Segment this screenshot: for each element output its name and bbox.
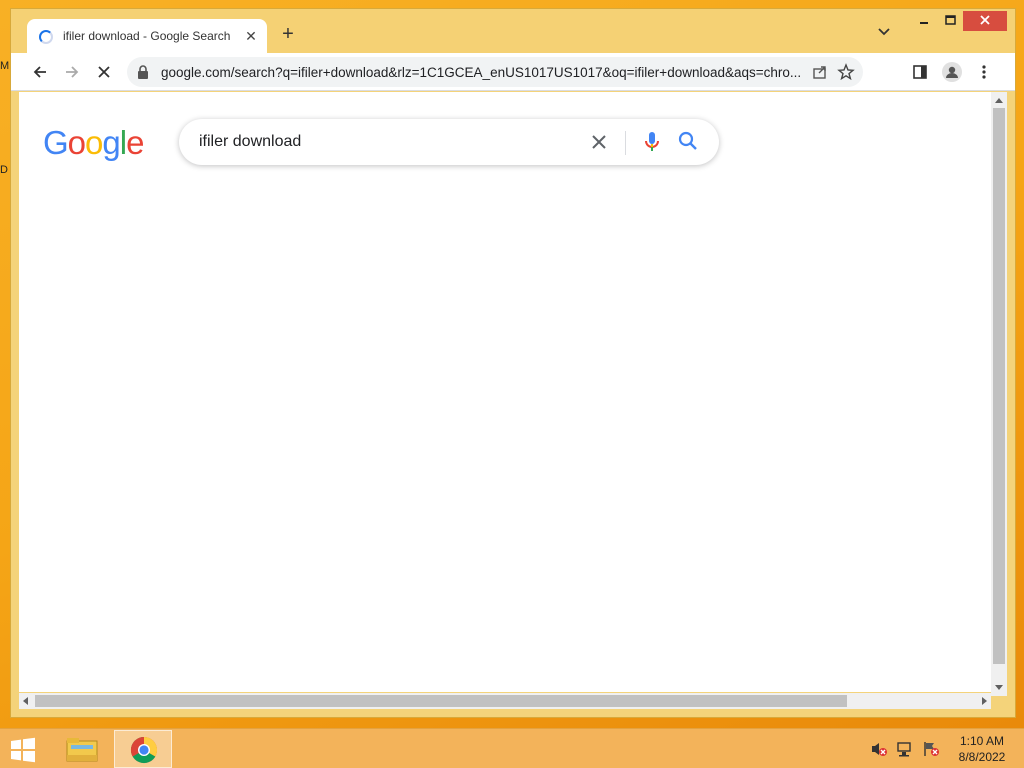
- tab-search-chevron-icon[interactable]: [877, 25, 893, 41]
- clock-time: 1:10 AM: [959, 734, 1005, 748]
- profile-avatar-icon[interactable]: [941, 61, 963, 83]
- scroll-up-arrow-icon[interactable]: [995, 98, 1003, 103]
- share-icon[interactable]: [811, 63, 829, 86]
- new-tab-button[interactable]: +: [277, 23, 299, 45]
- browser-toolbar: google.com/search?q=ifiler+download&rlz=…: [11, 53, 1015, 91]
- minimize-button[interactable]: [911, 11, 937, 31]
- loading-spinner-icon: [39, 30, 53, 44]
- chrome-icon: [130, 736, 158, 764]
- url-text[interactable]: google.com/search?q=ifiler+download&rlz=…: [161, 65, 827, 80]
- logo-letter: o: [67, 124, 86, 161]
- vertical-scrollbar[interactable]: [991, 92, 1007, 696]
- kebab-menu-icon[interactable]: [973, 61, 995, 83]
- logo-letter: e: [126, 124, 144, 161]
- title-bar: ifiler download - Google Search ✕ +: [11, 9, 1015, 55]
- tab-close-button[interactable]: ✕: [243, 28, 259, 45]
- divider: [625, 131, 626, 155]
- back-arrow-icon[interactable]: [29, 61, 51, 83]
- chrome-taskbar-button[interactable]: [114, 730, 172, 768]
- google-logo[interactable]: Google: [43, 124, 144, 162]
- lock-icon[interactable]: [137, 65, 149, 84]
- window-controls: [911, 11, 1007, 33]
- scroll-down-arrow-icon[interactable]: [995, 685, 1003, 690]
- volume-muted-icon[interactable]: [870, 741, 888, 762]
- logo-letter: G: [43, 124, 69, 161]
- tab-google-search[interactable]: ifiler download - Google Search ✕: [27, 19, 267, 55]
- browser-window: ifiler download - Google Search ✕ + goog…: [10, 8, 1016, 718]
- forward-arrow-icon[interactable]: [61, 61, 83, 83]
- tab-title: ifiler download - Google Search: [63, 29, 231, 43]
- horizontal-scrollbar[interactable]: [19, 693, 991, 709]
- clock-date: 8/8/2022: [958, 750, 1006, 764]
- desktop-icon-label-fragment: M: [0, 60, 10, 72]
- search-box: [179, 119, 719, 165]
- stop-loading-icon[interactable]: [93, 61, 115, 83]
- taskbar: 1:10 AM 8/8/2022: [0, 728, 1024, 768]
- microphone-icon[interactable]: [641, 130, 663, 159]
- address-bar[interactable]: google.com/search?q=ifiler+download&rlz=…: [127, 57, 863, 87]
- page-content: Google: [19, 92, 991, 692]
- search-icon[interactable]: [677, 130, 699, 157]
- maximize-button[interactable]: [937, 11, 963, 31]
- scroll-right-arrow-icon[interactable]: [982, 697, 987, 705]
- clear-search-icon[interactable]: [589, 132, 609, 157]
- network-icon[interactable]: [896, 741, 914, 762]
- windows-start-button[interactable]: [8, 737, 42, 763]
- bookmark-star-icon[interactable]: [837, 63, 855, 86]
- action-center-flag-icon[interactable]: [922, 741, 940, 762]
- vertical-scroll-thumb[interactable]: [993, 108, 1005, 664]
- scroll-left-arrow-icon[interactable]: [23, 697, 28, 705]
- logo-letter: o: [85, 124, 103, 161]
- logo-letter: g: [102, 124, 120, 161]
- desktop-icon-label-fragment: D: [0, 164, 8, 176]
- search-input[interactable]: [199, 131, 579, 153]
- horizontal-scroll-thumb[interactable]: [35, 695, 847, 707]
- folder-icon: [66, 738, 98, 762]
- file-explorer-taskbar-button[interactable]: [52, 730, 110, 768]
- side-panel-icon[interactable]: [909, 61, 931, 83]
- system-tray: [870, 741, 940, 762]
- close-window-button[interactable]: [963, 11, 1007, 31]
- system-clock[interactable]: 1:10 AM 8/8/2022: [950, 733, 1014, 765]
